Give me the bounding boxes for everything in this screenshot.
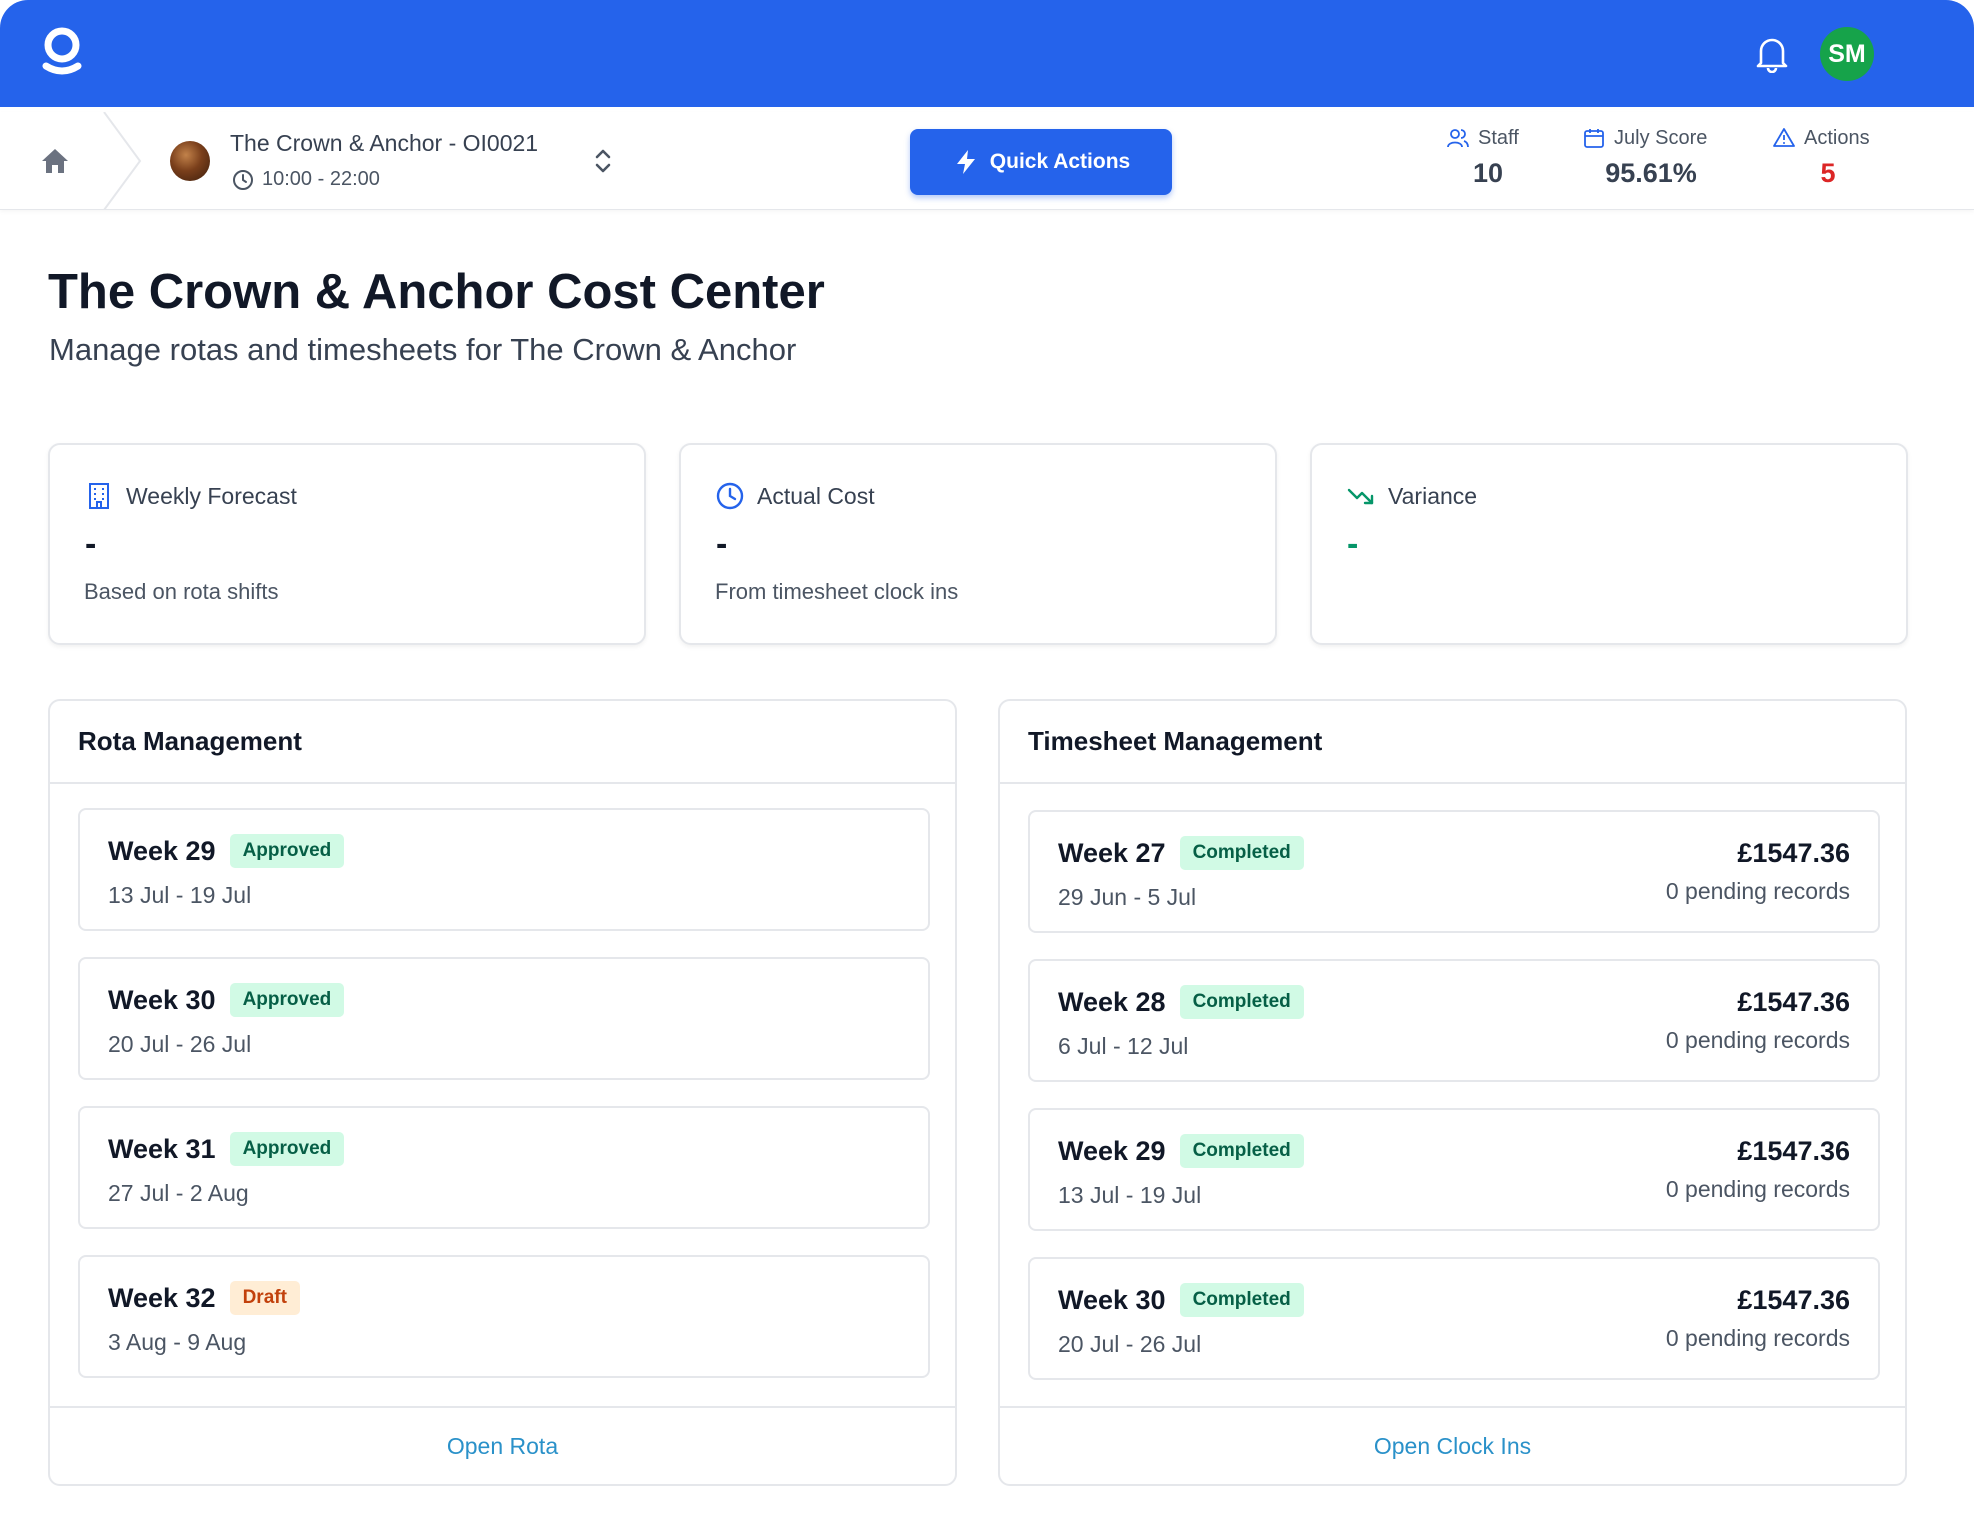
actual-cost-value: - xyxy=(716,525,728,563)
week-dates: 6 Jul - 12 Jul xyxy=(1058,1033,1189,1059)
timesheet-week-list: Week 27 Completed 29 Jun - 5 Jul £1547.3… xyxy=(1028,810,1880,1406)
building-icon xyxy=(89,483,109,509)
july-score-value: 95.61% xyxy=(1605,158,1697,188)
week-amount: £1547.36 xyxy=(1737,838,1850,868)
calendar-icon xyxy=(1584,129,1604,148)
warning-icon xyxy=(1773,128,1795,147)
venue-name[interactable]: The Crown & Anchor - OI0021 xyxy=(230,130,538,157)
week-title: Week 28 xyxy=(1058,986,1166,1017)
chevron-up-down-icon[interactable] xyxy=(592,145,614,177)
staff-label: Staff xyxy=(1478,126,1519,149)
weekly-forecast-note: Based on rota shifts xyxy=(84,579,279,604)
weekly-forecast-value: - xyxy=(85,525,97,563)
timesheet-panel-footer: Open Clock Ins xyxy=(1000,1406,1905,1484)
status-badge: Draft xyxy=(229,1281,300,1315)
week-dates: 29 Jun - 5 Jul xyxy=(1058,884,1197,910)
july-score-stat[interactable]: July Score 95.61% xyxy=(1582,126,1720,189)
week-dates: 27 Jul - 2 Aug xyxy=(108,1180,249,1206)
open-rota-link[interactable]: Open Rota xyxy=(447,1433,558,1460)
status-badge: Completed xyxy=(1179,1134,1304,1168)
status-badge: Completed xyxy=(1179,1283,1304,1317)
timesheet-week-card[interactable]: Week 29 Completed 13 Jul - 19 Jul £1547.… xyxy=(1028,1108,1880,1231)
week-dates: 20 Jul - 26 Jul xyxy=(1058,1331,1202,1357)
week-title: Week 32 xyxy=(108,1282,216,1313)
page-subtitle: Manage rotas and timesheets for The Crow… xyxy=(49,332,797,367)
rota-week-list: Week 29 Approved 13 Jul - 19 Jul Week 30… xyxy=(78,808,930,1404)
week-amount: £1547.36 xyxy=(1737,1136,1850,1166)
clock-icon xyxy=(716,482,744,510)
status-badge: Completed xyxy=(1179,836,1304,870)
user-avatar[interactable]: SM xyxy=(1820,27,1874,81)
week-dates: 3 Aug - 9 Aug xyxy=(108,1329,247,1355)
rota-week-card[interactable]: Week 29 Approved 13 Jul - 19 Jul xyxy=(78,808,930,931)
bell-icon[interactable] xyxy=(1755,35,1789,73)
home-icon[interactable] xyxy=(40,146,70,176)
rota-management-panel: Rota Management Week 29 Approved 13 Jul … xyxy=(48,699,957,1486)
july-score-label: July Score xyxy=(1614,126,1708,149)
quick-actions-label: Quick Actions xyxy=(989,150,1131,173)
open-clock-ins-link[interactable]: Open Clock Ins xyxy=(1374,1433,1531,1460)
rota-week-card[interactable]: Week 30 Approved 20 Jul - 26 Jul xyxy=(78,957,930,1080)
lightning-icon xyxy=(956,150,975,174)
page-title: The Crown & Anchor Cost Center xyxy=(48,265,825,319)
timesheet-management-title: Timesheet Management xyxy=(1000,701,1905,784)
actual-cost-label: Actual Cost xyxy=(757,482,875,509)
staff-stat[interactable]: Staff 10 xyxy=(1446,126,1530,189)
quick-actions-button[interactable]: Quick Actions xyxy=(910,129,1172,195)
venue-hours-text: 10:00 - 22:00 xyxy=(262,168,380,190)
weekly-forecast-card: Weekly Forecast - Based on rota shifts xyxy=(48,443,646,645)
variance-card: Variance - xyxy=(1310,443,1908,645)
week-dates: 13 Jul - 19 Jul xyxy=(108,882,252,908)
status-badge: Approved xyxy=(229,1132,345,1166)
status-badge: Approved xyxy=(229,983,345,1017)
actual-cost-card: Actual Cost - From timesheet clock ins xyxy=(679,443,1277,645)
users-icon xyxy=(1447,129,1469,148)
top-bar: SM xyxy=(0,0,1974,107)
actions-stat[interactable]: Actions 5 xyxy=(1772,126,1884,189)
week-dates: 20 Jul - 26 Jul xyxy=(108,1031,252,1057)
clock-icon xyxy=(233,169,253,190)
venue-header: The Crown & Anchor - OI0021 10:00 - 22:0… xyxy=(0,112,1974,210)
timesheet-management-panel: Timesheet Management Week 27 Completed 2… xyxy=(998,699,1907,1486)
pending-records: 0 pending records xyxy=(1665,878,1850,904)
week-title: Week 29 xyxy=(108,835,216,866)
week-title: Week 29 xyxy=(1058,1135,1166,1166)
rota-week-card[interactable]: Week 32 Draft 3 Aug - 9 Aug xyxy=(78,1255,930,1378)
pending-records: 0 pending records xyxy=(1665,1027,1850,1053)
actual-cost-note: From timesheet clock ins xyxy=(715,579,959,604)
week-title: Week 30 xyxy=(1058,1284,1166,1315)
rota-panel-footer: Open Rota xyxy=(50,1406,955,1484)
rota-management-title: Rota Management xyxy=(50,701,955,784)
breadcrumb-separator-icon xyxy=(103,112,142,210)
week-amount: £1547.36 xyxy=(1737,987,1850,1017)
week-dates: 13 Jul - 19 Jul xyxy=(1058,1182,1202,1208)
trending-down-icon xyxy=(1347,488,1374,505)
variance-label: Variance xyxy=(1388,482,1478,509)
actions-value: 5 xyxy=(1820,158,1836,188)
status-badge: Completed xyxy=(1179,985,1304,1019)
timesheet-week-card[interactable]: Week 30 Completed 20 Jul - 26 Jul £1547.… xyxy=(1028,1257,1880,1380)
status-badge: Approved xyxy=(229,834,345,868)
week-title: Week 27 xyxy=(1058,837,1166,868)
pending-records: 0 pending records xyxy=(1665,1176,1850,1202)
week-amount: £1547.36 xyxy=(1737,1285,1850,1315)
venue-avatar xyxy=(170,141,210,181)
logo-icon[interactable] xyxy=(40,26,84,78)
week-title: Week 31 xyxy=(108,1133,216,1164)
rota-week-card[interactable]: Week 31 Approved 27 Jul - 2 Aug xyxy=(78,1106,930,1229)
timesheet-week-card[interactable]: Week 28 Completed 6 Jul - 12 Jul £1547.3… xyxy=(1028,959,1880,1082)
actions-label: Actions xyxy=(1804,126,1870,149)
variance-value: - xyxy=(1347,525,1359,563)
timesheet-week-card[interactable]: Week 27 Completed 29 Jun - 5 Jul £1547.3… xyxy=(1028,810,1880,933)
venue-hours: 10:00 - 22:00 xyxy=(232,168,380,191)
week-title: Week 30 xyxy=(108,984,216,1015)
pending-records: 0 pending records xyxy=(1665,1325,1850,1351)
weekly-forecast-label: Weekly Forecast xyxy=(126,482,297,509)
staff-value: 10 xyxy=(1472,158,1504,188)
